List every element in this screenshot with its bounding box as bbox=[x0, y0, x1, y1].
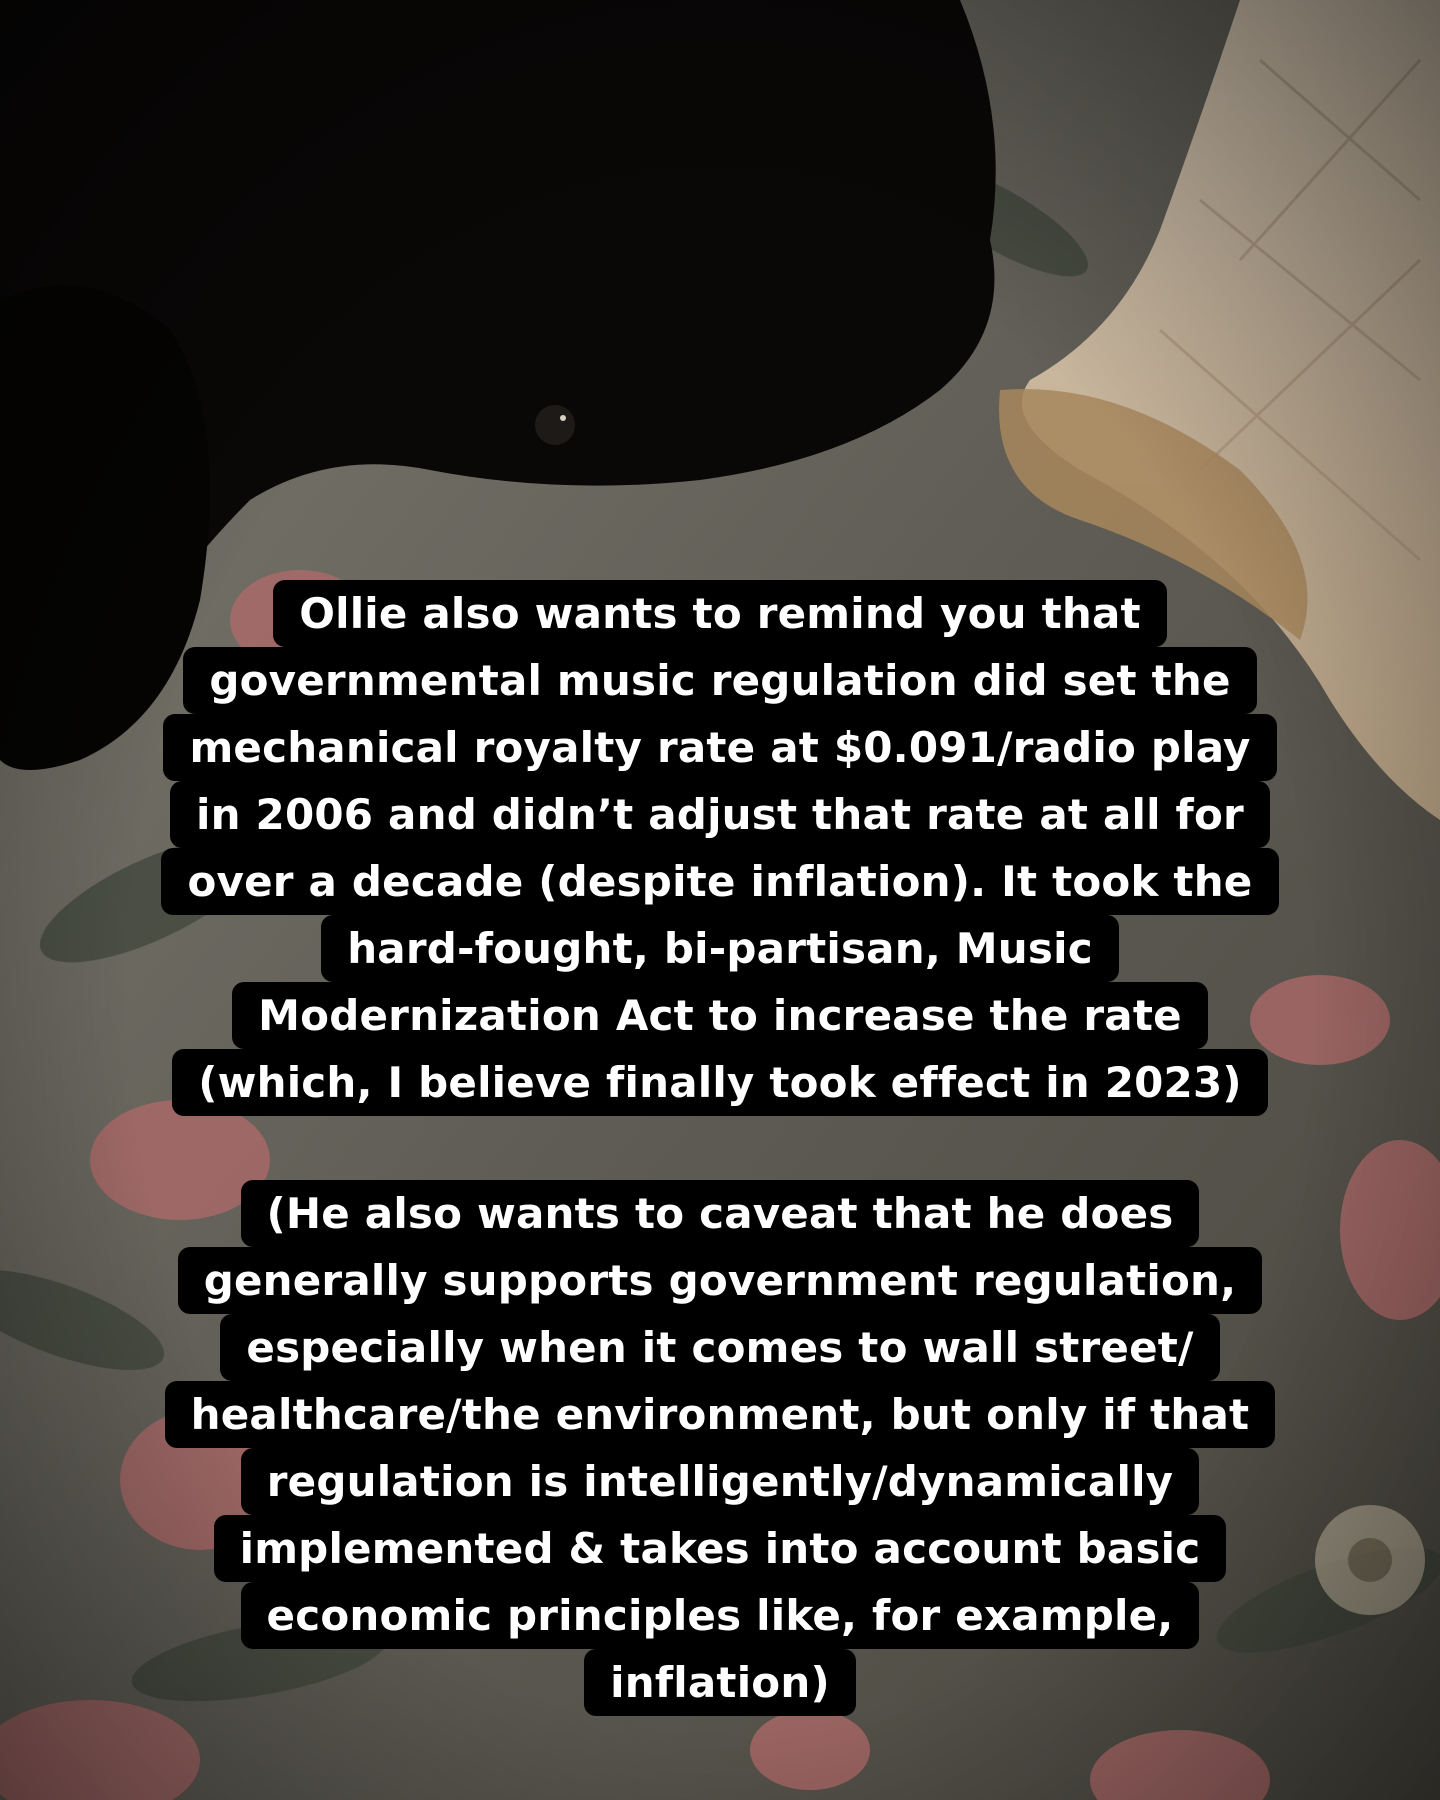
caption-line: in 2006 and didn’t adjust that rate at a… bbox=[170, 781, 1270, 848]
caption-line: Modernization Act to increase the rate bbox=[232, 982, 1208, 1049]
caption-line: inflation) bbox=[584, 1649, 856, 1716]
caption-line: hard-fought, bi-partisan, Music bbox=[321, 915, 1119, 982]
caption-line: governmental music regulation did set th… bbox=[183, 647, 1257, 714]
caption-line: generally supports government regulation… bbox=[177, 1247, 1263, 1314]
caption-block-2: (He also wants to caveat that he does ge… bbox=[0, 1180, 1440, 1716]
caption-line: (He also wants to caveat that he does bbox=[240, 1180, 1200, 1247]
caption-line: healthcare/the environment, but only if … bbox=[164, 1381, 1276, 1448]
caption-line: especially when it comes to wall street/ bbox=[220, 1314, 1220, 1381]
caption-line: mechanical royalty rate at $0.091/radio … bbox=[163, 714, 1277, 781]
caption-line: over a decade (despite inflation). It to… bbox=[161, 848, 1279, 915]
caption-line: (which, I believe finally took effect in… bbox=[172, 1049, 1268, 1116]
caption-line: Ollie also wants to remind you that bbox=[273, 580, 1167, 647]
caption-block-1: Ollie also wants to remind you that gove… bbox=[0, 580, 1440, 1116]
caption-line: implemented & takes into account basic bbox=[213, 1515, 1227, 1582]
caption-line: regulation is intelligently/dynamically bbox=[240, 1448, 1200, 1515]
story-frame: Ollie also wants to remind you that gove… bbox=[0, 0, 1440, 1800]
caption-line: economic principles like, for example, bbox=[240, 1582, 1200, 1649]
